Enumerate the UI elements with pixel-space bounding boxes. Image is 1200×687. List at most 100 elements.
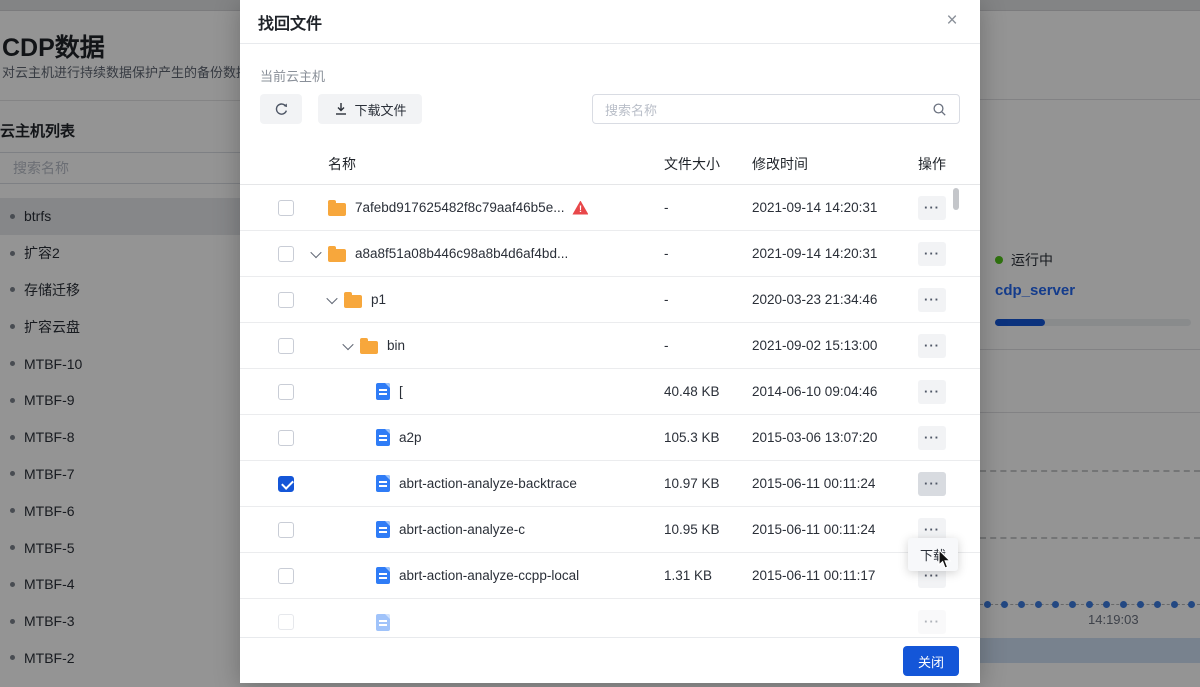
context-menu-download-item[interactable]: 下载 xyxy=(920,545,946,564)
row-checkbox[interactable] xyxy=(278,568,294,584)
folder-icon xyxy=(360,341,378,354)
file-name: a8a8f51a08b446c98a8b4d6af4bd... xyxy=(355,246,568,261)
tree-cell: [ xyxy=(310,383,650,400)
table-row[interactable]: bin - 2021-09-02 15:13:00 ··· xyxy=(240,323,980,369)
close-icon[interactable]: × xyxy=(940,9,964,33)
file-size: 10.95 KB xyxy=(650,522,748,537)
row-context-menu: 下载 xyxy=(908,538,958,571)
file-mtime: 2021-09-14 14:20:31 xyxy=(748,246,910,261)
table-row[interactable]: p1 - 2020-03-23 21:34:46 ··· xyxy=(240,277,980,323)
row-checkbox[interactable] xyxy=(278,338,294,354)
table-row[interactable]: a2p 105.3 KB 2015-03-06 13:07:20 ··· xyxy=(240,415,980,461)
refresh-icon xyxy=(274,102,289,117)
file-size: 1.31 KB xyxy=(650,568,748,583)
file-size: 10.97 KB xyxy=(650,476,748,491)
tree-cell: 7afebd917625482f8c79aaf46b5e... xyxy=(310,200,650,216)
file-icon xyxy=(376,383,390,400)
row-checkbox[interactable] xyxy=(278,200,294,216)
table-row[interactable]: a8a8f51a08b446c98a8b4d6af4bd... - 2021-0… xyxy=(240,231,980,277)
row-more-button[interactable]: ··· xyxy=(918,242,946,266)
file-mtime: 2015-06-11 00:11:24 xyxy=(748,522,910,537)
folder-icon xyxy=(344,295,362,308)
chevron-down-icon[interactable] xyxy=(326,296,344,304)
chevron-down-icon[interactable] xyxy=(342,342,360,350)
tree-cell: abrt-action-analyze-c xyxy=(310,521,650,538)
tree-cell xyxy=(310,614,650,631)
file-name: abrt-action-analyze-c xyxy=(399,522,525,537)
row-more-button[interactable]: ··· xyxy=(918,288,946,312)
file-icon xyxy=(376,521,390,538)
file-mtime: 2015-06-11 00:11:17 xyxy=(748,568,910,583)
file-mtime: 2015-03-06 13:07:20 xyxy=(748,430,910,445)
modal-body: 当前云主机 下载文件 搜索名称 xyxy=(240,44,980,637)
row-checkbox[interactable] xyxy=(278,476,294,492)
row-more-button[interactable]: ··· xyxy=(918,196,946,220)
row-more-button[interactable]: ··· xyxy=(918,610,946,634)
file-size: - xyxy=(650,246,748,261)
toolbar: 下载文件 搜索名称 xyxy=(260,94,960,124)
table-row[interactable]: abrt-action-analyze-ccpp-local 1.31 KB 2… xyxy=(240,553,980,599)
table-row[interactable]: [ 40.48 KB 2014-06-10 09:04:46 ··· xyxy=(240,369,980,415)
row-checkbox[interactable] xyxy=(278,522,294,538)
search-input[interactable]: 搜索名称 xyxy=(592,94,960,124)
close-button[interactable]: 关闭 xyxy=(903,646,959,676)
column-header-mtime: 修改时间 xyxy=(748,154,910,174)
warning-icon xyxy=(572,201,588,215)
file-icon xyxy=(376,567,390,584)
chevron-down-icon[interactable] xyxy=(310,250,328,258)
file-mtime: 2014-06-10 09:04:46 xyxy=(748,384,910,399)
file-name: a2p xyxy=(399,430,422,445)
file-name: bin xyxy=(387,338,405,353)
screen: CDP数据 对云主机进行持续数据保护产生的备份数据，存放 云主机列表 搜索名称 … xyxy=(0,0,1200,687)
folder-icon xyxy=(328,249,346,262)
recover-files-modal: 找回文件 × 当前云主机 下载文件 搜索名称 xyxy=(240,0,980,683)
file-size: - xyxy=(650,292,748,307)
file-size: 40.48 KB xyxy=(650,384,748,399)
file-name: p1 xyxy=(371,292,386,307)
file-size: - xyxy=(650,200,748,215)
file-icon xyxy=(376,429,390,446)
file-mtime: 2021-09-14 14:20:31 xyxy=(748,200,910,215)
file-mtime: 2015-06-11 00:11:24 xyxy=(748,476,910,491)
table-row[interactable]: ··· xyxy=(240,599,980,635)
table-row[interactable]: abrt-action-analyze-backtrace 10.97 KB 2… xyxy=(240,461,980,507)
folder-icon xyxy=(328,203,346,216)
tree-cell: abrt-action-analyze-ccpp-local xyxy=(310,567,650,584)
file-name: abrt-action-analyze-backtrace xyxy=(399,476,577,491)
refresh-button[interactable] xyxy=(260,94,302,124)
row-checkbox[interactable] xyxy=(278,614,294,630)
file-icon xyxy=(376,475,390,492)
row-checkbox[interactable] xyxy=(278,292,294,308)
file-name: abrt-action-analyze-ccpp-local xyxy=(399,568,579,583)
file-size: 105.3 KB xyxy=(650,430,748,445)
file-name: 7afebd917625482f8c79aaf46b5e... xyxy=(355,200,564,215)
row-checkbox[interactable] xyxy=(278,384,294,400)
row-checkbox[interactable] xyxy=(278,430,294,446)
row-more-button[interactable]: ··· xyxy=(918,472,946,496)
row-more-button[interactable]: ··· xyxy=(918,334,946,358)
search-placeholder: 搜索名称 xyxy=(605,100,932,119)
table-row[interactable]: 7afebd917625482f8c79aaf46b5e... - 2021-0… xyxy=(240,185,980,231)
row-more-button[interactable]: ··· xyxy=(918,380,946,404)
modal-footer: 关闭 xyxy=(240,637,980,683)
modal-header: 找回文件 × xyxy=(240,0,980,44)
file-icon xyxy=(376,614,390,631)
scrollbar-thumb[interactable] xyxy=(953,188,959,210)
current-host-label: 当前云主机 xyxy=(260,66,325,85)
column-header-name: 名称 xyxy=(310,154,650,174)
download-button-label: 下载文件 xyxy=(354,100,406,119)
tree-cell: a8a8f51a08b446c98a8b4d6af4bd... xyxy=(310,246,650,262)
file-name: [ xyxy=(399,384,403,399)
search-icon[interactable] xyxy=(932,102,947,117)
tree-cell: bin xyxy=(310,338,650,354)
column-header-size: 文件大小 xyxy=(650,154,748,174)
row-checkbox[interactable] xyxy=(278,246,294,262)
file-size: - xyxy=(650,338,748,353)
tree-cell: abrt-action-analyze-backtrace xyxy=(310,475,650,492)
table-row[interactable]: abrt-action-analyze-c 10.95 KB 2015-06-1… xyxy=(240,507,980,553)
tree-cell: p1 xyxy=(310,292,650,308)
row-more-button[interactable]: ··· xyxy=(918,426,946,450)
file-mtime: 2021-09-02 15:13:00 xyxy=(748,338,910,353)
table-rows: 7afebd917625482f8c79aaf46b5e... - 2021-0… xyxy=(240,185,980,635)
download-files-button[interactable]: 下载文件 xyxy=(318,94,422,124)
